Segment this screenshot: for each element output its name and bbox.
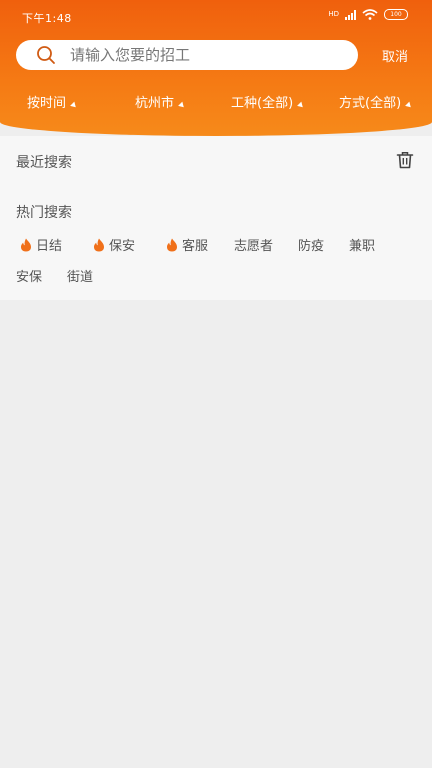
hot-tag-label: 保安: [109, 239, 136, 254]
hot-tag-label: 防疫: [298, 239, 325, 254]
wifi-icon: [362, 9, 378, 20]
search-box[interactable]: [16, 40, 358, 70]
hot-tag[interactable]: 志愿者: [234, 235, 273, 254]
fire-icon: [166, 238, 178, 252]
recent-search-title: 最近搜索: [16, 155, 72, 171]
hot-tag-label: 日结: [36, 239, 63, 254]
hot-tag-label: 安保: [16, 270, 43, 285]
search-panel: 最近搜索 热门搜索 日结 保安 客服 志愿者 防疫 兼职 安保 街道: [0, 136, 432, 300]
hot-tag-label: 客服: [182, 239, 209, 254]
dropdown-arrow-icon: [297, 101, 306, 110]
filter-row: 按时间 杭州市 工种(全部) 方式(全部): [0, 92, 432, 112]
search-row: 取消: [16, 40, 416, 72]
header-bar: 下午1:48 HD 100 请输入您要的招工 取消 按时间 杭州市 工种(全部)…: [0, 0, 432, 136]
filter-job-type[interactable]: 工种(全部): [231, 92, 306, 111]
fire-icon: [93, 238, 105, 252]
hot-tag-label: 兼职: [349, 239, 376, 254]
filter-time[interactable]: 按时间: [27, 92, 78, 111]
filter-city[interactable]: 杭州市: [135, 92, 186, 111]
search-icon: [36, 45, 56, 65]
hot-tag-label: 志愿者: [234, 239, 274, 254]
filter-city-label: 杭州市: [135, 96, 175, 111]
dropdown-arrow-icon: [70, 101, 78, 110]
filter-method-label: 方式(全部): [339, 96, 402, 111]
cancel-button[interactable]: 取消: [382, 46, 408, 65]
battery-icon: 100: [384, 9, 408, 20]
hot-search-title: 热门搜索: [16, 205, 72, 221]
dropdown-arrow-icon: [178, 101, 186, 110]
search-input[interactable]: [70, 46, 330, 64]
hot-tag-label: 街道: [67, 270, 94, 285]
hot-tag[interactable]: 兼职: [349, 235, 375, 254]
hot-tag[interactable]: 保安: [93, 235, 135, 254]
filter-method[interactable]: 方式(全部): [339, 92, 414, 111]
hot-tag[interactable]: 安保: [16, 266, 42, 285]
filter-time-label: 按时间: [27, 96, 67, 111]
signal-icon: [345, 9, 356, 20]
status-time: 下午1:48: [22, 12, 72, 25]
network-badge: HD: [328, 10, 339, 18]
fire-icon: [20, 238, 32, 252]
hot-tag[interactable]: 街道: [67, 266, 93, 285]
hot-tag[interactable]: 防疫: [298, 235, 324, 254]
hot-tag[interactable]: 客服: [166, 235, 208, 254]
hot-tag[interactable]: 日结: [20, 235, 62, 254]
status-icons: HD 100: [328, 9, 408, 20]
status-bar: 下午1:48 HD 100: [0, 0, 432, 34]
filter-job-type-label: 工种(全部): [231, 96, 294, 111]
trash-icon[interactable]: [396, 151, 414, 173]
dropdown-arrow-icon: [405, 101, 414, 110]
